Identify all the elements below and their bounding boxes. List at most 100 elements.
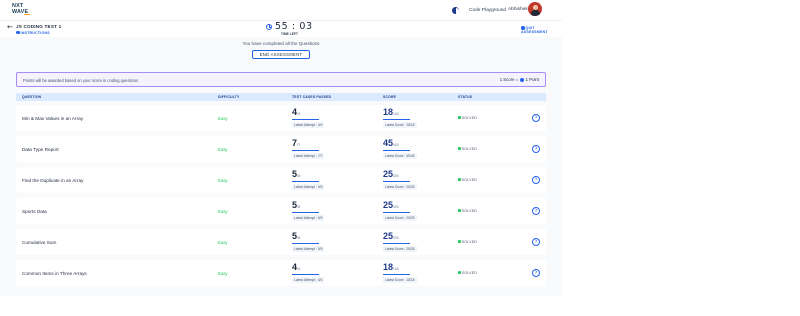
question-name[interactable]: Data Type Report xyxy=(22,147,59,152)
test-cases-bar xyxy=(292,242,319,244)
open-question-icon[interactable] xyxy=(532,113,540,122)
header-status: STATUS xyxy=(458,95,473,100)
instructions-label: INSTRUCTIONS xyxy=(20,30,50,35)
latest-score: Latest Score : 25/25 xyxy=(383,184,417,190)
score-bar xyxy=(383,118,410,120)
table-row[interactable]: Sports Data Easy 5/5 Latest Attempt : 5/… xyxy=(16,198,546,224)
solved-dot-icon xyxy=(458,178,461,181)
table-row[interactable]: Common Items in Three Arrays Easy 4/4 La… xyxy=(16,260,546,286)
question-name[interactable]: Common Items in Three Arrays xyxy=(22,271,87,276)
score-value: 18 xyxy=(383,262,394,272)
table-row[interactable]: Cumulative Sum Easy 5/5 Latest Attempt :… xyxy=(16,229,546,255)
status-text: SOLVED xyxy=(461,271,478,275)
score: 25/25 xyxy=(383,169,399,179)
open-question-icon[interactable] xyxy=(532,175,540,184)
latest-attempt: Latest Attempt : 5/5 xyxy=(292,215,325,221)
score-bar xyxy=(383,273,410,275)
score-bar xyxy=(383,149,410,151)
open-question-icon[interactable] xyxy=(532,237,540,246)
nxtwave-logo[interactable]: NXT WAVE xyxy=(12,3,34,16)
points-rule-left: 1 Score = xyxy=(499,77,520,82)
score-value: 25 xyxy=(383,231,394,241)
code-playground-link[interactable]: Code Playground xyxy=(469,8,506,13)
latest-score: Latest Score : 25/25 xyxy=(383,246,417,252)
score: 18/18 xyxy=(383,107,399,117)
status-badge: SOLVED xyxy=(458,271,477,275)
status-badge: SOLVED xyxy=(458,116,477,120)
question-name[interactable]: Find the Duplicate in an Array xyxy=(22,178,84,183)
instructions-link[interactable]: INSTRUCTIONS xyxy=(16,30,50,35)
difficulty-label: Easy xyxy=(218,240,228,245)
solved-dot-icon xyxy=(458,116,461,119)
score-bar xyxy=(383,180,410,182)
status-text: SOLVED xyxy=(461,147,478,151)
status-text: SOLVED xyxy=(461,209,478,213)
user-name[interactable]: Abhishek xyxy=(508,7,528,12)
logo-line-2: WAVE xyxy=(12,9,29,15)
question-name[interactable]: Sports Data xyxy=(22,209,47,214)
score: 25/25 xyxy=(383,231,399,241)
status-badge: SOLVED xyxy=(458,178,477,182)
score-total: /18 xyxy=(393,111,399,116)
score-value: 45 xyxy=(383,138,394,148)
latest-score: Latest Score : 18/18 xyxy=(383,122,417,128)
status-badge: SOLVED xyxy=(458,147,477,151)
header-question: QUESTION xyxy=(22,95,42,100)
time-left-label: TIME LEFT xyxy=(281,32,299,36)
latest-attempt: Latest Attempt : 7/7 xyxy=(292,153,325,159)
test-cases-passed: 7/7 xyxy=(292,138,300,148)
test-cases-bar xyxy=(292,149,319,151)
question-name[interactable]: Cumulative Sum xyxy=(22,240,56,245)
test-cases-bar xyxy=(292,273,319,275)
end-assessment-button[interactable]: END ASSESSMENT xyxy=(252,50,310,59)
header-difficulty: DIFFICULTY xyxy=(218,95,240,100)
tc-total-value: /5 xyxy=(297,235,301,240)
score-bar xyxy=(383,242,410,244)
test-cases-bar xyxy=(292,211,319,213)
tc-total-value: /7 xyxy=(297,142,301,147)
difficulty-label: Easy xyxy=(218,116,228,121)
tc-total-value: /5 xyxy=(297,173,301,178)
latest-score: Latest Score : 25/25 xyxy=(383,215,417,221)
score-value: 25 xyxy=(383,169,394,179)
test-cases-bar xyxy=(292,118,319,120)
score-total: /25 xyxy=(393,204,399,209)
status-badge: SOLVED xyxy=(458,209,477,213)
status-text: SOLVED xyxy=(461,116,478,120)
test-cases-passed: 5/5 xyxy=(292,200,300,210)
table-row[interactable]: Find the Duplicate in an Array Easy 5/5 … xyxy=(16,167,546,193)
points-rule-right: 1 Point xyxy=(524,77,539,82)
quit-label: QUIT ASSESSMENT xyxy=(521,26,548,34)
header-test-cases: TEST CASES PASSED xyxy=(292,95,332,100)
latest-attempt: Latest Attempt : 5/5 xyxy=(292,184,325,190)
top-bar: NXT WAVE Code Playground Abhishek xyxy=(0,0,562,20)
completed-message: You have completed all the Questions xyxy=(242,41,320,46)
info-icon xyxy=(16,30,20,34)
solved-dot-icon xyxy=(458,240,461,243)
score-total: /25 xyxy=(393,173,399,178)
test-cases-passed: 4/4 xyxy=(292,107,300,117)
table-row[interactable]: Data Type Report Easy 7/7 Latest Attempt… xyxy=(16,136,546,162)
open-question-icon[interactable] xyxy=(532,268,540,277)
avatar[interactable] xyxy=(528,2,542,16)
countdown-timer: 55 : 03 xyxy=(275,21,313,32)
difficulty-label: Easy xyxy=(218,271,228,276)
open-question-icon[interactable] xyxy=(532,206,540,215)
theme-toggle-icon[interactable] xyxy=(452,7,459,14)
question-name[interactable]: Min & Max Values in an Array xyxy=(22,116,83,121)
quit-assessment-button[interactable]: QUIT ASSESSMENT xyxy=(521,26,562,34)
test-cases-passed: 5/5 xyxy=(292,169,300,179)
score-value: 25 xyxy=(383,200,394,210)
tc-total-value: /5 xyxy=(297,204,301,209)
difficulty-label: Easy xyxy=(218,147,228,152)
open-question-icon[interactable] xyxy=(532,144,540,153)
table-row[interactable]: Min & Max Values in an Array Easy 4/4 La… xyxy=(16,105,546,131)
exit-icon xyxy=(521,26,525,30)
score-total: /45 xyxy=(393,142,399,147)
status-badge: SOLVED xyxy=(458,240,477,244)
back-arrow-icon[interactable]: ← xyxy=(7,23,13,31)
test-cases-passed: 5/5 xyxy=(292,231,300,241)
score-total: /18 xyxy=(393,266,399,271)
points-rule: 1 Score = 1 Point xyxy=(500,77,539,82)
latest-attempt: Latest Attempt : 5/5 xyxy=(292,246,325,252)
